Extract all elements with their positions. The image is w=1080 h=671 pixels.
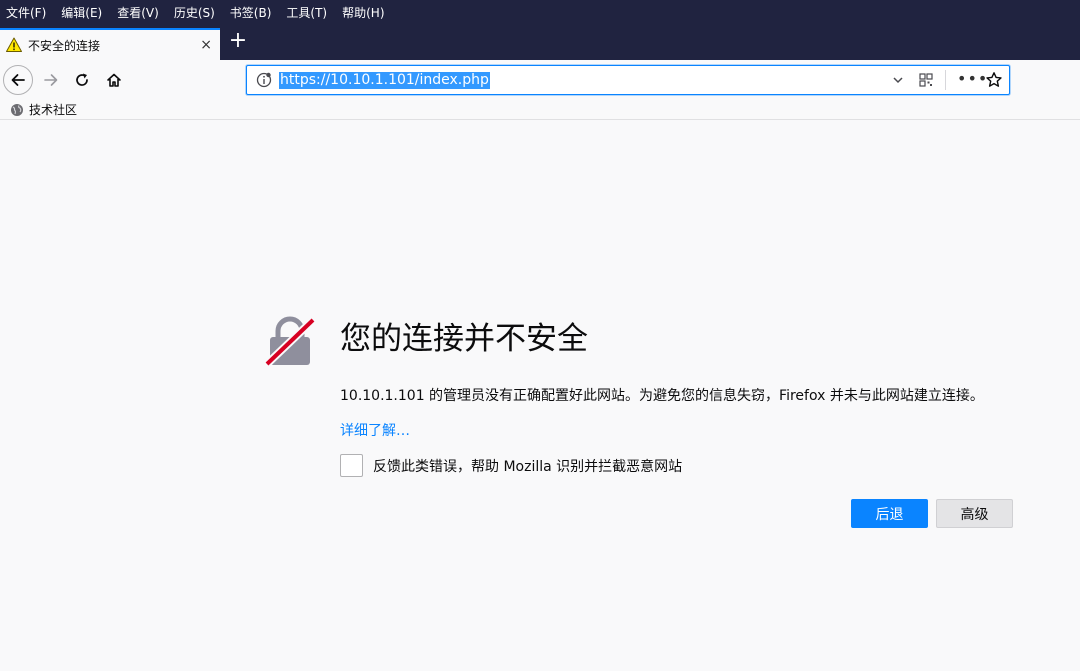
tab-title: 不安全的连接 (28, 38, 101, 53)
error-page: 您的连接并不安全 10.10.1.101 的管理员没有正确配置好此网站。为避免您… (0, 121, 1080, 671)
learn-more-link[interactable]: 详细了解… (340, 420, 410, 440)
menu-view[interactable]: 查看(V) (117, 4, 159, 21)
forward-button[interactable] (37, 66, 65, 94)
menu-edit[interactable]: 编辑(E) (61, 4, 102, 21)
error-description: 10.10.1.101 的管理员没有正确配置好此网站。为避免您的信息失窃，Fir… (340, 388, 984, 404)
url-bar[interactable]: https://10.10.1.101/index.php ••• (246, 65, 1010, 95)
bookmark-item[interactable]: 技术社区 (10, 101, 77, 118)
menu-tools[interactable]: 工具(T) (286, 4, 327, 21)
bookmarks-toolbar: 技术社区 (0, 100, 1080, 120)
info-icon[interactable] (256, 72, 272, 88)
new-tab-button[interactable]: + (228, 30, 248, 54)
back-button[interactable] (3, 65, 33, 95)
tab-active[interactable]: 不安全的连接 × (0, 28, 220, 60)
back-arrow-icon (11, 74, 25, 86)
menu-help[interactable]: 帮助(H) (342, 4, 384, 21)
globe-icon (11, 103, 23, 116)
advanced-button[interactable]: 高级 (936, 499, 1013, 528)
menu-bar: 文件(F) 编辑(E) 查看(V) 历史(S) 书签(B) 工具(T) 帮助(H… (0, 0, 1080, 24)
tab-strip: 不安全的连接 × + (0, 24, 1080, 60)
url-text[interactable]: https://10.10.1.101/index.php (279, 72, 490, 89)
report-error-label: 反馈此类错误，帮助 Mozilla 识别并拦截恶意网站 (373, 459, 683, 475)
reload-button[interactable] (68, 66, 96, 94)
bookmark-label: 技术社区 (29, 103, 78, 117)
home-button[interactable] (100, 66, 128, 94)
more-icon[interactable]: ••• (957, 69, 988, 88)
home-icon (107, 73, 121, 87)
broken-lock-icon (264, 316, 316, 367)
close-icon[interactable]: × (200, 37, 212, 53)
bookmark-star-icon[interactable] (985, 71, 1003, 89)
menu-bookmarks[interactable]: 书签(B) (230, 4, 272, 21)
forward-arrow-icon (44, 74, 58, 86)
url-separator (945, 70, 946, 90)
report-error-checkbox[interactable] (340, 454, 363, 477)
reload-icon (76, 73, 88, 86)
warning-icon (6, 37, 22, 52)
menu-history[interactable]: 历史(S) (174, 4, 215, 21)
menu-file[interactable]: 文件(F) (6, 4, 46, 21)
chevron-down-icon[interactable] (891, 73, 905, 87)
nav-bar: https://10.10.1.101/index.php ••• (0, 60, 1080, 100)
error-title: 您的连接并不安全 (340, 321, 588, 357)
go-back-button[interactable]: 后退 (851, 499, 928, 528)
qr-code-icon[interactable] (919, 73, 933, 87)
